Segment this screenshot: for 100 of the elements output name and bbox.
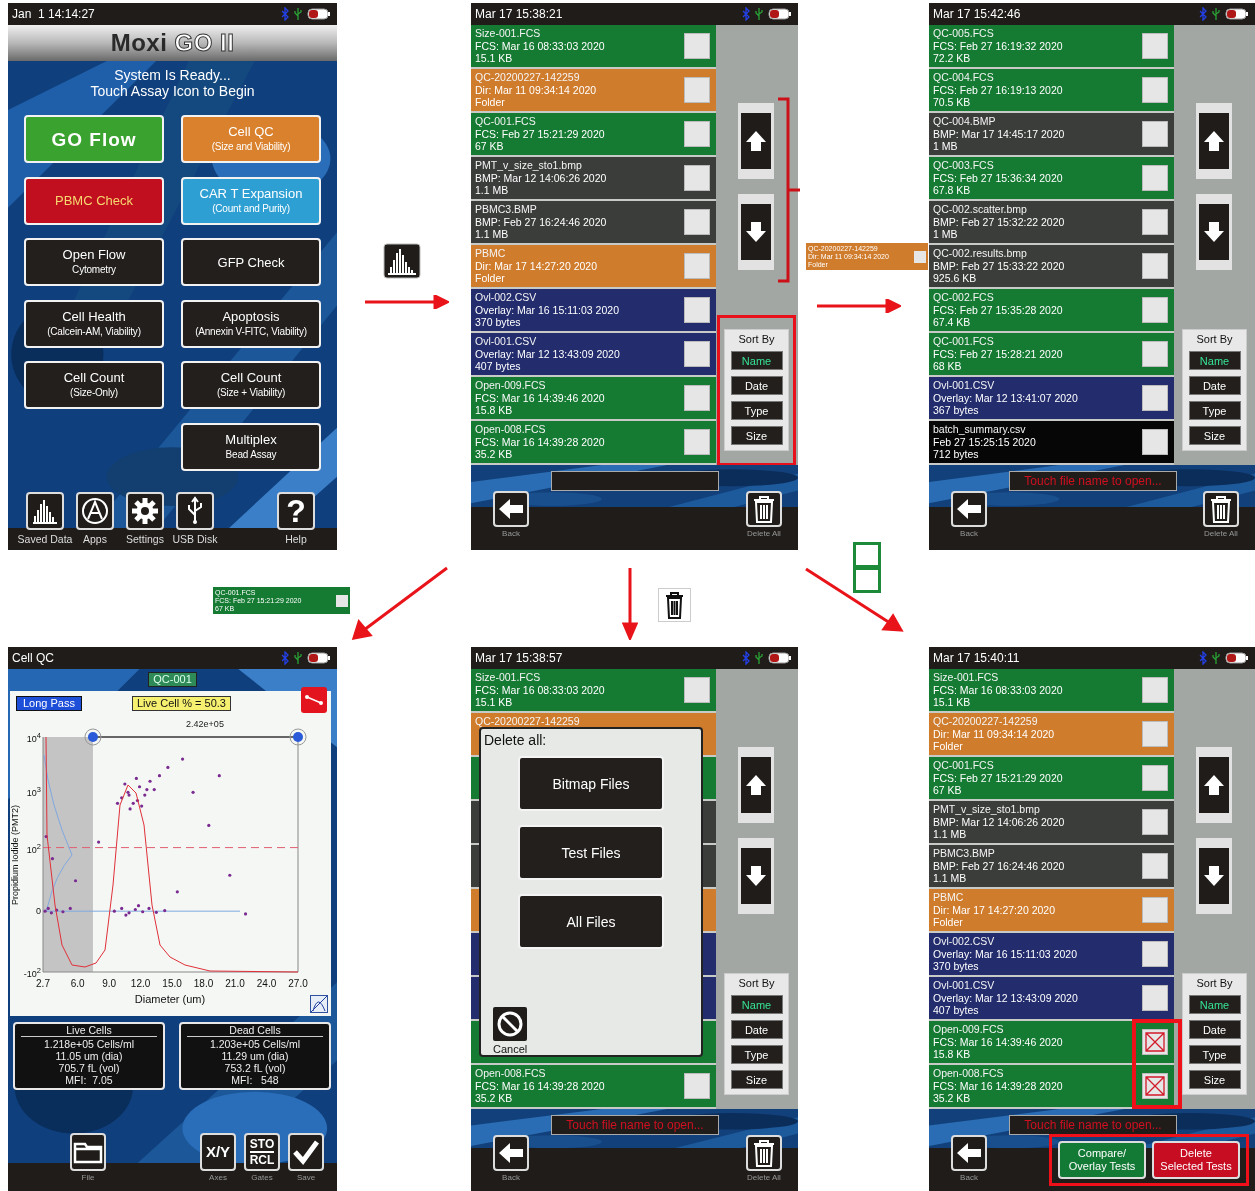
file-row[interactable]: QC-001.FCS FCS: Feb 27 15:21:29 2020 67 KB [929,757,1174,801]
file-row[interactable]: Open-008.FCS FCS: Mar 16 14:39:28 2020 35.2 KB [471,1065,716,1109]
scroll-up-button[interactable] [1196,747,1232,823]
dialog-button[interactable]: Test Files [518,825,664,880]
help-button[interactable]: ? [277,492,315,530]
checkbox[interactable] [1142,721,1168,747]
file-row[interactable]: Open-009.FCS FCS: Mar 16 14:39:46 2020 15.8 KB [929,1021,1174,1065]
sort-button[interactable]: Size [730,1070,783,1089]
file-row[interactable]: QC-002.results.bmp BMP: Feb 27 15:33:22 2020 925.6 KB [929,245,1174,289]
sort-button[interactable]: Name [1188,351,1241,370]
checkbox[interactable] [684,77,710,103]
delete-all-button[interactable] [746,491,782,527]
gate-line[interactable] [84,728,307,746]
scroll-up-button[interactable] [738,103,774,179]
checkbox[interactable] [1142,941,1168,967]
file-row[interactable]: QC-004.FCS FCS: Feb 27 16:19:13 2020 70.5 KB [929,69,1174,113]
assay-button[interactable]: Cell Count (Size-Only) [24,361,164,409]
back-button[interactable] [951,1135,987,1171]
file-row[interactable]: QC-001.FCS FCS: Feb 27 15:28:21 2020 68 KB [929,333,1174,377]
sort-button[interactable]: Type [1188,1045,1241,1064]
file-row[interactable]: Ovl-001.CSV Overlay: Mar 12 13:43:09 2020 407 bytes [471,333,716,377]
file-row[interactable]: QC-004.BMP BMP: Mar 17 14:45:17 2020 1 MB [929,113,1174,157]
checkbox[interactable] [684,341,710,367]
toolbar-button[interactable] [76,492,114,530]
checkbox[interactable] [1142,209,1168,235]
file-row[interactable]: Open-008.FCS FCS: Mar 16 14:39:28 2020 35.2 KB [471,421,716,465]
file-row[interactable]: Ovl-001.CSV Overlay: Mar 12 13:41:07 2020 367 bytes [929,377,1174,421]
toolbar-button[interactable] [26,492,64,530]
toolbar-button[interactable]: STO RCL [244,1133,280,1171]
file-row[interactable]: QC-001.FCS FCS: Feb 27 15:21:29 2020 67 KB [471,113,716,157]
assay-button[interactable]: Apoptosis (Annexin V-FITC, Viability) [181,299,321,348]
checkbox[interactable] [1142,897,1168,923]
sort-button[interactable]: Type [1188,401,1241,420]
file-row[interactable]: Size-001.FCS FCS: Mar 16 08:33:03 2020 15.1 KB [929,669,1174,713]
checkbox[interactable] [684,429,710,455]
scroll-down-button[interactable] [1196,838,1232,914]
gate-button[interactable] [301,687,327,713]
toolbar-button[interactable] [176,492,214,530]
checkbox[interactable] [684,385,710,411]
file-row[interactable]: Ovl-002.CSV Overlay: Mar 16 15:11:03 2020 370 bytes [929,933,1174,977]
file-row[interactable]: Open-008.FCS FCS: Mar 16 14:39:28 2020 35.2 KB [929,1065,1174,1109]
scroll-up-button[interactable] [1196,103,1232,179]
sort-button[interactable]: Date [1188,376,1241,395]
checkbox[interactable] [1142,1073,1168,1099]
checkbox[interactable] [684,677,710,703]
checkbox[interactable] [1142,677,1168,703]
action-button[interactable]: Delete Selected Tests [1152,1141,1240,1179]
checkbox[interactable] [1142,1029,1168,1055]
back-button[interactable] [951,491,987,527]
cancel-button[interactable] [493,1007,528,1041]
checkbox[interactable] [1142,985,1168,1011]
curve-icon[interactable] [310,995,328,1013]
scroll-down-button[interactable] [1196,194,1232,270]
delete-all-button[interactable] [1203,491,1239,527]
sort-button[interactable]: Type [730,1045,783,1064]
file-row[interactable]: PBMC3.BMP BMP: Feb 27 16:24:46 2020 1.1 MB [471,201,716,245]
file-row[interactable]: Size-001.FCS FCS: Mar 16 08:33:03 2020 15.1 KB [471,669,716,713]
checkbox[interactable] [1142,765,1168,791]
action-button[interactable]: Compare/ Overlay Tests [1058,1141,1146,1179]
checkbox[interactable] [684,1073,710,1099]
toolbar-button[interactable]: X/Y [200,1133,236,1171]
sort-button[interactable]: Size [1188,1070,1241,1089]
checkbox[interactable] [1142,121,1168,147]
sort-button[interactable]: Type [730,401,783,420]
checkbox[interactable] [684,209,710,235]
checkbox[interactable] [1142,77,1168,103]
sort-button[interactable]: Size [1188,426,1241,445]
file-row[interactable]: Ovl-001.CSV Overlay: Mar 12 13:43:09 2020 407 bytes [929,977,1174,1021]
file-row[interactable]: PMT_v_size_sto1.bmp BMP: Mar 12 14:06:26 2020 1.1 MB [929,801,1174,845]
toolbar-button[interactable] [126,492,164,530]
sort-button[interactable]: Date [730,376,783,395]
toolbar-button[interactable] [70,1133,106,1171]
file-row[interactable]: QC-002.scatter.bmp BMP: Feb 27 15:32:22 2020 1 MB [929,201,1174,245]
dialog-button[interactable]: Bitmap Files [518,756,664,811]
delete-all-button[interactable] [746,1135,782,1171]
sort-button[interactable]: Date [1188,1020,1241,1039]
checkbox[interactable] [684,33,710,59]
checkbox[interactable] [684,253,710,279]
scroll-down-button[interactable] [738,194,774,270]
file-row[interactable]: QC-005.FCS FCS: Feb 27 16:19:32 2020 72.2 KB [929,25,1174,69]
file-row[interactable]: Open-009.FCS FCS: Mar 16 14:39:46 2020 15.8 KB [471,377,716,421]
assay-button[interactable]: Cell Health (Calcein-AM, Viability) [24,299,164,348]
back-button[interactable] [493,491,529,527]
checkbox[interactable] [1142,165,1168,191]
sort-button[interactable]: Name [730,351,783,370]
scroll-down-button[interactable] [738,838,774,914]
file-row[interactable]: Ovl-002.CSV Overlay: Mar 16 15:11:03 2020 370 bytes [471,289,716,333]
assay-button[interactable]: GFP Check [181,238,321,286]
sort-button[interactable]: Size [730,426,783,445]
checkbox[interactable] [1142,429,1168,455]
assay-button[interactable]: Multiplex Bead Assay [181,422,321,471]
dialog-button[interactable]: All Files [518,894,664,949]
toolbar-button[interactable] [288,1133,324,1171]
checkbox[interactable] [1142,33,1168,59]
checkbox[interactable] [1142,253,1168,279]
file-row[interactable]: QC-003.FCS FCS: Feb 27 15:36:34 2020 67.8 KB [929,157,1174,201]
checkbox[interactable] [1142,853,1168,879]
checkbox[interactable] [1142,809,1168,835]
checkbox[interactable] [684,121,710,147]
checkbox[interactable] [1142,385,1168,411]
